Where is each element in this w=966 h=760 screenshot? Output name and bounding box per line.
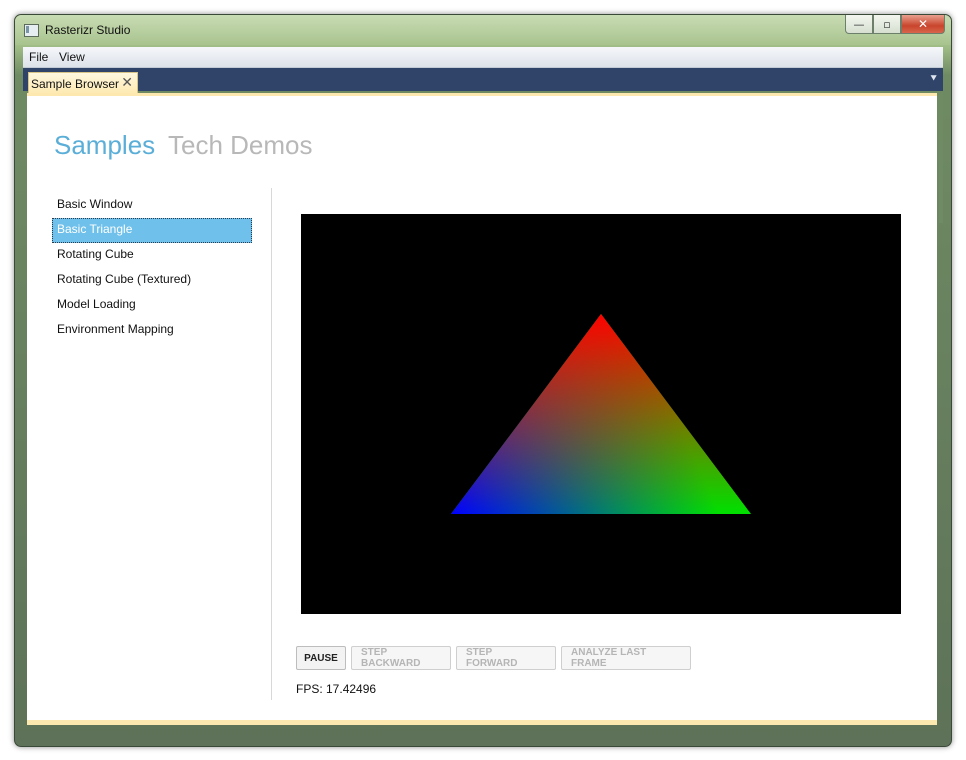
minimize-button[interactable]: — xyxy=(845,15,873,34)
window-controls: — ▫ ✕ xyxy=(845,15,945,35)
heading-samples[interactable]: Samples xyxy=(54,130,155,161)
sample-item-basic-window[interactable]: Basic Window xyxy=(52,193,252,218)
maximize-icon: ▫ xyxy=(883,17,891,31)
panel-divider xyxy=(271,188,272,700)
maximize-button[interactable]: ▫ xyxy=(873,15,901,34)
app-window: Rasterizr Studio — ▫ ✕ File View Sample … xyxy=(14,14,952,747)
close-icon: ✕ xyxy=(917,17,929,31)
render-viewport xyxy=(301,214,901,614)
pause-button[interactable]: PAUSE xyxy=(296,646,346,670)
sample-list: Basic Window Basic Triangle Rotating Cub… xyxy=(52,193,252,343)
sample-item-basic-triangle[interactable]: Basic Triangle xyxy=(52,218,252,243)
window-edge-accent xyxy=(939,93,943,223)
minimize-icon: — xyxy=(853,17,865,31)
window-title: Rasterizr Studio xyxy=(45,23,131,37)
sample-browser-panel: Samples Tech Demos Basic Window Basic Tr… xyxy=(27,93,937,725)
playback-controls: PAUSE STEP BACKWARD STEP FORWARD ANALYZE… xyxy=(296,646,691,670)
menu-file[interactable]: File xyxy=(29,50,48,64)
menu-bar: File View xyxy=(23,47,943,68)
title-bar[interactable]: Rasterizr Studio — ▫ ✕ xyxy=(15,15,951,45)
step-backward-button[interactable]: STEP BACKWARD xyxy=(351,646,451,670)
sample-item-model-loading[interactable]: Model Loading xyxy=(52,293,252,318)
document-tab-strip: Sample Browser ✕ ⯆ xyxy=(23,68,943,94)
tab-overflow-icon[interactable]: ⯆ xyxy=(929,72,938,86)
triangle-red-shade xyxy=(451,314,751,514)
menu-view[interactable]: View xyxy=(59,50,85,64)
close-button[interactable]: ✕ xyxy=(901,15,945,34)
step-forward-button[interactable]: STEP FORWARD xyxy=(456,646,556,670)
fps-readout: FPS: 17.42496 xyxy=(296,682,377,696)
sample-item-rotating-cube[interactable]: Rotating Cube xyxy=(52,243,252,268)
app-icon xyxy=(24,24,39,37)
tab-label: Sample Browser xyxy=(31,77,120,91)
sample-item-rotating-cube-textured[interactable]: Rotating Cube (Textured) xyxy=(52,268,252,293)
analyze-last-frame-button[interactable]: ANALYZE LAST FRAME xyxy=(561,646,691,670)
sample-item-environment-mapping[interactable]: Environment Mapping xyxy=(52,318,252,343)
tab-close-icon[interactable]: ✕ xyxy=(121,74,133,91)
heading-tech-demos[interactable]: Tech Demos xyxy=(168,130,313,161)
tab-sample-browser[interactable]: Sample Browser ✕ xyxy=(28,72,138,94)
triangle-render xyxy=(451,314,751,514)
